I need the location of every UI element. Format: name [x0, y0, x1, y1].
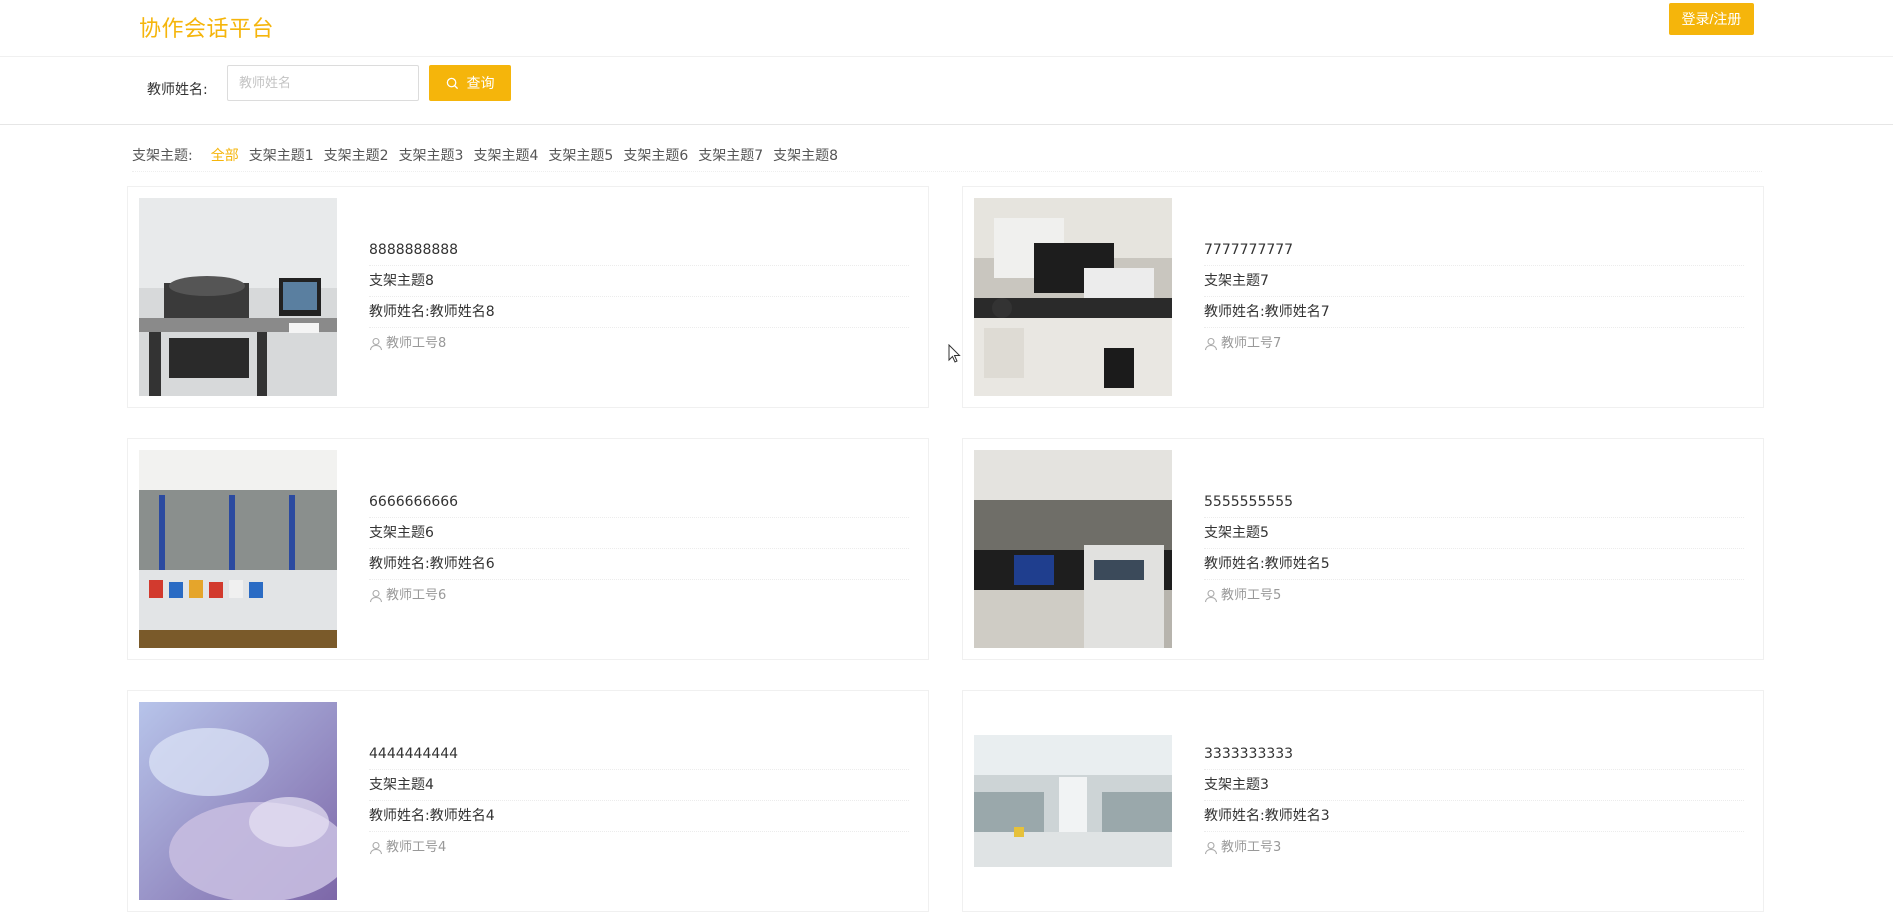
- card-teacher-name: 教师姓名:教师姓名8: [369, 297, 909, 328]
- card-title[interactable]: 3333333333: [1204, 739, 1744, 770]
- topic-filter: 支架主题: 全部 支架主题1 支架主题2 支架主题3 支架主题4 支架主题5 支…: [132, 144, 848, 166]
- card-image[interactable]: [974, 450, 1172, 648]
- card-topic: 支架主题7: [1204, 266, 1744, 297]
- mouse-cursor-icon: [948, 344, 961, 363]
- card-teacher-id: 教师工号8: [369, 328, 909, 359]
- card-topic: 支架主题8: [369, 266, 909, 297]
- card-teacher-id: 教师工号7: [1204, 328, 1744, 359]
- card-info: 3333333333 支架主题3 教师姓名:教师姓名3 教师工号3: [1204, 739, 1744, 863]
- user-icon: [1204, 841, 1218, 854]
- card-teacher-id: 教师工号5: [1204, 580, 1744, 611]
- card-teacher-name: 教师姓名:教师姓名3: [1204, 801, 1744, 832]
- filter-item-topic-8[interactable]: 支架主题8: [773, 145, 838, 165]
- top-bar: 协作会话平台 登录/注册: [0, 0, 1893, 57]
- card-teacher-name: 教师姓名:教师姓名7: [1204, 297, 1744, 328]
- user-icon: [369, 841, 383, 854]
- card-teacher-id-label: 教师工号3: [1221, 839, 1282, 855]
- search-bar: 教师姓名: 查询: [0, 57, 1893, 125]
- session-card[interactable]: 8888888888 支架主题8 教师姓名:教师姓名8 教师工号8: [127, 186, 929, 408]
- login-register-button[interactable]: 登录/注册: [1669, 3, 1754, 35]
- card-image[interactable]: [139, 450, 337, 648]
- filter-item-all[interactable]: 全部: [211, 145, 239, 165]
- card-info: 4444444444 支架主题4 教师姓名:教师姓名4 教师工号4: [369, 739, 909, 863]
- card-topic: 支架主题3: [1204, 770, 1744, 801]
- card-teacher-id-label: 教师工号6: [386, 587, 447, 603]
- filter-item-topic-1[interactable]: 支架主题1: [249, 145, 314, 165]
- card-title[interactable]: 8888888888: [369, 235, 909, 266]
- card-topic: 支架主题5: [1204, 518, 1744, 549]
- user-icon: [1204, 589, 1218, 602]
- card-topic: 支架主题6: [369, 518, 909, 549]
- card-teacher-id-label: 教师工号8: [386, 335, 447, 351]
- card-teacher-id-label: 教师工号4: [386, 839, 447, 855]
- teacher-name-input[interactable]: [227, 65, 419, 101]
- session-card[interactable]: 5555555555 支架主题5 教师姓名:教师姓名5 教师工号5: [962, 438, 1764, 660]
- card-teacher-id-label: 教师工号7: [1221, 335, 1282, 351]
- filter-item-topic-2[interactable]: 支架主题2: [324, 145, 389, 165]
- filter-item-topic-5[interactable]: 支架主题5: [548, 145, 613, 165]
- card-info: 6666666666 支架主题6 教师姓名:教师姓名6 教师工号6: [369, 487, 909, 611]
- card-teacher-name: 教师姓名:教师姓名4: [369, 801, 909, 832]
- card-info: 7777777777 支架主题7 教师姓名:教师姓名7 教师工号7: [1204, 235, 1744, 359]
- card-title[interactable]: 5555555555: [1204, 487, 1744, 518]
- search-button-label: 查询: [466, 76, 495, 92]
- card-teacher-name: 教师姓名:教师姓名6: [369, 549, 909, 580]
- card-teacher-id: 教师工号3: [1204, 832, 1744, 863]
- session-card[interactable]: 3333333333 支架主题3 教师姓名:教师姓名3 教师工号3: [962, 690, 1764, 912]
- site-logo[interactable]: 协作会话平台: [139, 11, 274, 43]
- card-title[interactable]: 6666666666: [369, 487, 909, 518]
- filter-divider: [132, 171, 1762, 172]
- session-card[interactable]: 4444444444 支架主题4 教师姓名:教师姓名4 教师工号4: [127, 690, 929, 912]
- card-teacher-id-label: 教师工号5: [1221, 587, 1282, 603]
- filter-item-topic-6[interactable]: 支架主题6: [623, 145, 688, 165]
- search-label: 教师姓名:: [147, 82, 208, 98]
- card-teacher-name: 教师姓名:教师姓名5: [1204, 549, 1744, 580]
- search-button[interactable]: 查询: [429, 65, 511, 101]
- filter-item-topic-3[interactable]: 支架主题3: [399, 145, 464, 165]
- card-title[interactable]: 7777777777: [1204, 235, 1744, 266]
- session-card[interactable]: 6666666666 支架主题6 教师姓名:教师姓名6 教师工号6: [127, 438, 929, 660]
- user-icon: [1204, 337, 1218, 350]
- session-card[interactable]: 7777777777 支架主题7 教师姓名:教师姓名7 教师工号7: [962, 186, 1764, 408]
- card-teacher-id: 教师工号6: [369, 580, 909, 611]
- filter-item-topic-7[interactable]: 支架主题7: [698, 145, 763, 165]
- card-topic: 支架主题4: [369, 770, 909, 801]
- card-info: 8888888888 支架主题8 教师姓名:教师姓名8 教师工号8: [369, 235, 909, 359]
- search-icon: [446, 77, 458, 89]
- card-info: 5555555555 支架主题5 教师姓名:教师姓名5 教师工号5: [1204, 487, 1744, 611]
- card-image[interactable]: [139, 198, 337, 396]
- card-image[interactable]: [974, 198, 1172, 396]
- card-image[interactable]: [139, 702, 337, 900]
- card-title[interactable]: 4444444444: [369, 739, 909, 770]
- card-image[interactable]: [974, 702, 1172, 900]
- user-icon: [369, 337, 383, 350]
- filter-item-topic-4[interactable]: 支架主题4: [473, 145, 538, 165]
- card-teacher-id: 教师工号4: [369, 832, 909, 863]
- topic-filter-label: 支架主题:: [132, 148, 193, 164]
- user-icon: [369, 589, 383, 602]
